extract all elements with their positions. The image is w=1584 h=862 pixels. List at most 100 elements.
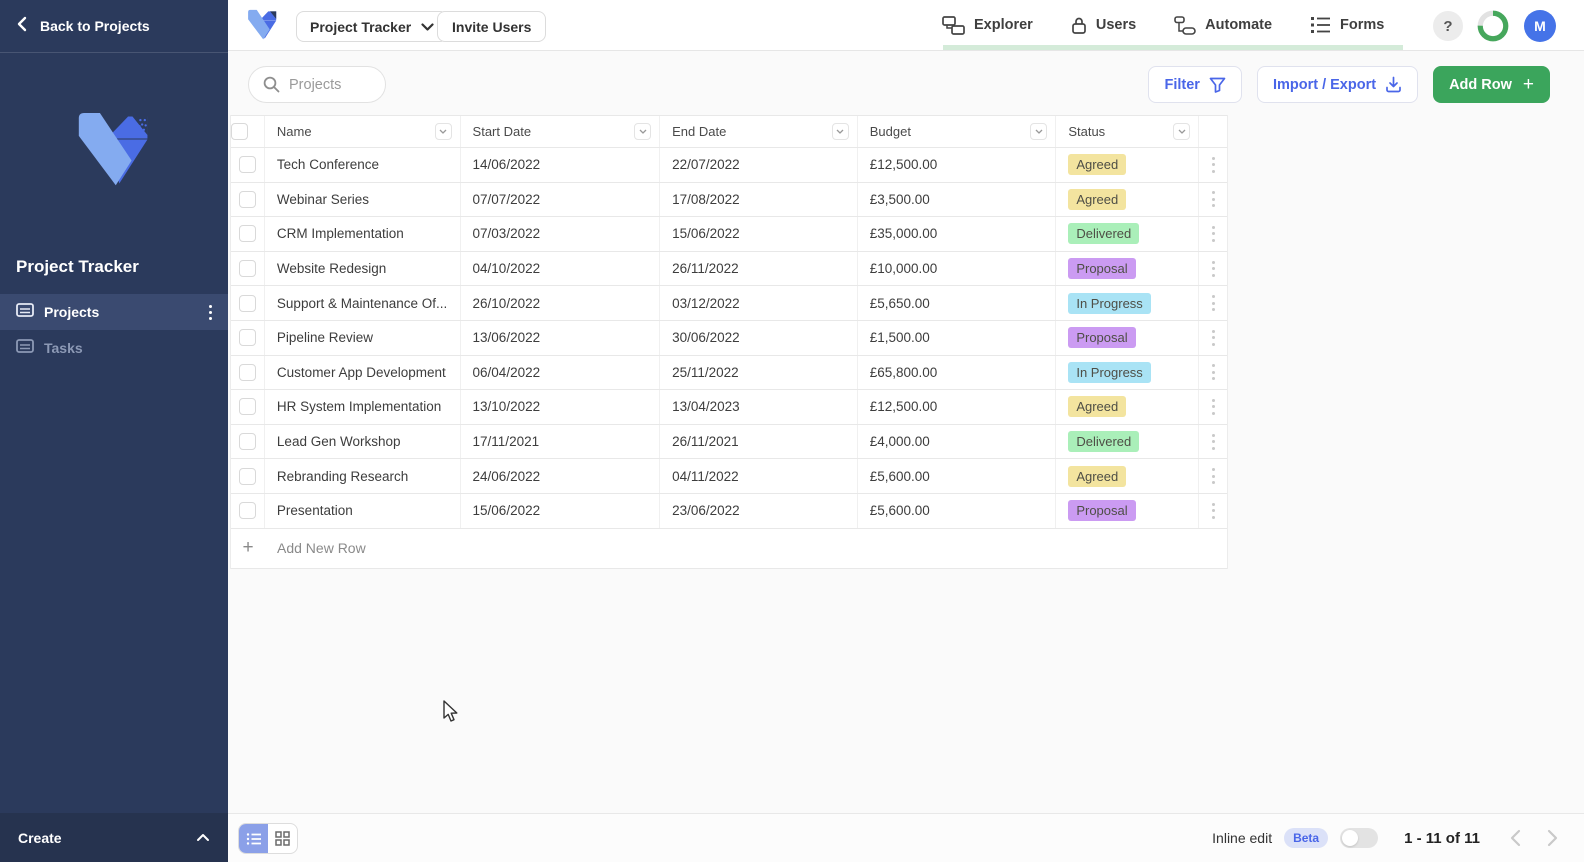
cell-budget[interactable]: £65,800.00 [858,355,1057,390]
row-checkbox[interactable] [238,363,256,381]
cell-status[interactable]: Delivered [1056,217,1200,251]
select-all-checkbox[interactable] [231,123,248,140]
add-row-button[interactable]: Add Row + [1433,66,1550,103]
cell-name[interactable]: Rebranding Research [265,459,461,493]
cell-end-date[interactable]: 17/08/2022 [660,182,858,217]
import-export-button[interactable]: Import / Export [1256,66,1419,103]
row-checkbox[interactable] [238,433,256,451]
cell-end-date[interactable]: 04/11/2022 [660,459,858,493]
cell-budget[interactable]: £5,600.00 [858,493,1057,528]
cell-status[interactable]: In Progress [1056,286,1200,320]
nav-item-explorer[interactable]: Explorer [942,15,1033,35]
row-checkbox[interactable] [238,260,256,278]
cell-start-date[interactable]: 07/03/2022 [461,217,661,251]
table-row[interactable]: Webinar Series 07/07/2022 17/08/2022 £3,… [231,182,1227,218]
row-kebab-icon[interactable] [1211,433,1215,450]
cell-end-date[interactable]: 26/11/2022 [660,251,858,286]
cell-name[interactable]: Tech Conference [265,148,461,182]
row-checkbox[interactable] [238,156,256,174]
cell-end-date[interactable]: 22/07/2022 [660,148,858,182]
column-header-status[interactable]: Status [1056,116,1200,147]
table-row[interactable]: CRM Implementation 07/03/2022 15/06/2022… [231,217,1227,252]
next-page-icon[interactable] [1547,829,1558,847]
cell-budget[interactable]: £3,500.00 [858,182,1057,217]
table-row[interactable]: HR System Implementation 13/10/2022 13/0… [231,390,1227,425]
table-row[interactable]: Tech Conference 14/06/2022 22/07/2022 £1… [231,148,1227,183]
cell-name[interactable]: Pipeline Review [265,320,461,355]
row-checkbox[interactable] [238,502,256,520]
table-row[interactable]: Support & Maintenance Of... 26/10/2022 0… [231,286,1227,321]
cell-end-date[interactable]: 26/11/2021 [660,424,858,459]
add-new-row-button[interactable]: + Add New Row [231,528,1227,569]
column-dropdown-icon[interactable] [831,123,849,140]
cell-budget[interactable]: £1,500.00 [858,320,1057,355]
help-button[interactable]: ? [1433,11,1463,41]
cell-status[interactable]: Agreed [1056,148,1200,182]
cell-end-date[interactable]: 15/06/2022 [660,217,858,251]
cell-start-date[interactable]: 17/11/2021 [461,424,661,459]
cell-start-date[interactable]: 15/06/2022 [461,493,661,528]
cell-status[interactable]: Delivered [1056,424,1200,459]
progress-donut[interactable] [1476,9,1510,48]
cell-name[interactable]: Customer App Development [265,355,461,390]
column-dropdown-icon[interactable] [634,123,652,140]
search-input[interactable] [289,76,369,93]
cell-status[interactable]: Agreed [1056,182,1200,217]
nav-item-forms[interactable]: Forms [1310,16,1384,34]
cell-budget[interactable]: £12,500.00 [858,148,1057,182]
cell-name[interactable]: Webinar Series [265,182,461,217]
row-kebab-icon[interactable] [1211,502,1215,519]
cell-start-date[interactable]: 07/07/2022 [461,182,661,217]
cell-end-date[interactable]: 30/06/2022 [660,320,858,355]
row-checkbox[interactable] [238,398,256,416]
cell-start-date[interactable]: 26/10/2022 [461,286,661,320]
cell-name[interactable]: CRM Implementation [265,217,461,251]
row-kebab-icon[interactable] [1211,329,1215,346]
column-dropdown-icon[interactable] [434,123,452,140]
row-kebab-icon[interactable] [1211,225,1215,242]
row-kebab-icon[interactable] [1211,295,1215,312]
cell-start-date[interactable]: 13/10/2022 [461,390,661,424]
row-kebab-icon[interactable] [1211,398,1215,415]
cell-name[interactable]: HR System Implementation [265,390,461,424]
table-row[interactable]: Lead Gen Workshop 17/11/2021 26/11/2021 … [231,424,1227,460]
table-row[interactable]: Customer App Development 06/04/2022 25/1… [231,355,1227,391]
cell-name[interactable]: Website Redesign [265,251,461,286]
column-header-budget[interactable]: Budget [858,116,1057,147]
user-avatar[interactable]: M [1524,10,1556,42]
row-kebab-icon[interactable] [1211,260,1215,277]
row-checkbox[interactable] [238,329,256,347]
column-dropdown-icon[interactable] [1173,123,1191,140]
cell-end-date[interactable]: 13/04/2023 [660,390,858,424]
cell-status[interactable]: Proposal [1056,320,1200,355]
cell-start-date[interactable]: 14/06/2022 [461,148,661,182]
cell-budget[interactable]: £5,600.00 [858,459,1057,493]
row-kebab-icon[interactable] [1211,191,1215,208]
row-checkbox[interactable] [238,467,256,485]
item-kebab-icon[interactable] [209,304,212,320]
row-checkbox[interactable] [238,190,256,208]
nav-item-automate[interactable]: Automate [1174,15,1272,35]
cell-name[interactable]: Presentation [265,493,461,528]
inline-edit-toggle[interactable] [1340,828,1379,848]
cell-start-date[interactable]: 24/06/2022 [461,459,661,493]
grid-view-button[interactable] [268,824,297,853]
table-row[interactable]: Website Redesign 04/10/2022 26/11/2022 £… [231,251,1227,287]
column-header-start-date[interactable]: Start Date [461,116,661,147]
cell-budget[interactable]: £5,650.00 [858,286,1057,320]
cell-name[interactable]: Support & Maintenance Of... [265,286,461,320]
row-checkbox[interactable] [238,225,256,243]
cell-budget[interactable]: £12,500.00 [858,390,1057,424]
cell-status[interactable]: Proposal [1056,493,1200,528]
search-box[interactable] [248,66,386,103]
cell-start-date[interactable]: 04/10/2022 [461,251,661,286]
sidebar-item-projects[interactable]: Projects [0,294,228,330]
row-kebab-icon[interactable] [1211,468,1215,485]
filter-button[interactable]: Filter [1148,66,1242,103]
cell-start-date[interactable]: 13/06/2022 [461,320,661,355]
cell-budget[interactable]: £4,000.00 [858,424,1057,459]
list-view-button[interactable] [239,824,268,853]
cell-status[interactable]: In Progress [1056,355,1200,390]
row-checkbox[interactable] [238,294,256,312]
nav-item-users[interactable]: Users [1071,16,1136,35]
